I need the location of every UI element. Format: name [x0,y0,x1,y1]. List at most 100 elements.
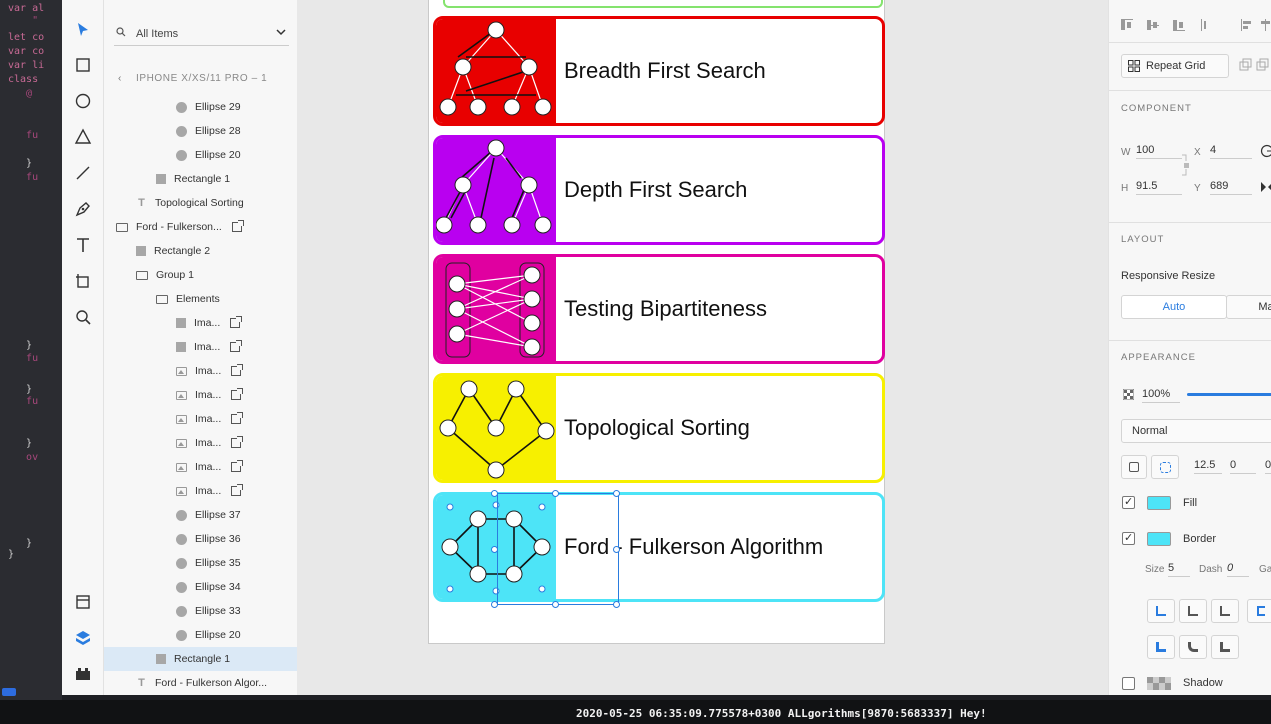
layer-row[interactable]: T Ford - Fulkerson Algor... [104,671,297,695]
rotate-icon[interactable] [1260,144,1271,158]
ellipse-tool-icon[interactable] [71,89,95,113]
layer-row[interactable]: Ima... [104,455,297,479]
artboard-breadcrumb[interactable]: ‹ IPHONE X/XS/11 PRO – 1 [118,73,267,84]
resize-handle[interactable] [491,490,498,497]
chevron-left-icon[interactable]: ‹ [118,73,122,84]
algorithm-card[interactable]: Testing Bipartiteness [433,254,885,364]
resize-handle[interactable] [552,601,559,608]
layer-row[interactable]: Ima... [104,335,297,359]
resize-handle[interactable] [491,546,498,553]
layer-row[interactable]: Ellipse 36 [104,527,297,551]
algorithm-card[interactable]: Topological Sorting [433,373,885,483]
plugins-panel-icon[interactable] [71,662,95,686]
layer-row[interactable]: Ima... [104,311,297,335]
canvas[interactable]: Breadth First Search Depth First Search Te… [297,0,1108,695]
assets-panel-icon[interactable] [71,590,95,614]
layer-row[interactable]: Ellipse 33 [104,599,297,623]
layer-row[interactable]: Rectangle 2 [104,239,297,263]
component-link-icon[interactable] [231,388,244,400]
y-field[interactable]: 689 [1210,180,1252,195]
algorithm-card[interactable]: Depth First Search [433,135,885,245]
stroke-center-button[interactable] [1179,599,1207,623]
layer-row[interactable]: T Topological Sorting [104,191,297,215]
manual-resize-button[interactable]: Ma [1226,295,1271,319]
stroke-inner-button[interactable] [1147,599,1175,623]
height-field[interactable]: 91.5 [1136,180,1182,195]
layer-row[interactable]: Ima... [104,479,297,503]
code-line: ov [8,452,39,463]
select-tool-icon[interactable] [71,18,95,42]
shadow-checkbox[interactable] [1122,677,1135,690]
corner-radius-toggle[interactable] [1151,455,1179,479]
resize-handle[interactable] [491,601,498,608]
border-checkbox[interactable] [1122,531,1135,545]
layer-row[interactable]: Ford - Fulkerson... [104,215,297,239]
chevron-down-icon[interactable] [275,26,287,38]
radius-field[interactable]: 12.5 [1194,459,1222,474]
resize-handle[interactable] [613,601,620,608]
resize-handle[interactable] [613,490,620,497]
layer-row[interactable]: Rectangle 1 [104,167,297,191]
layer-row[interactable]: Ellipse 20 [104,143,297,167]
pen-tool-icon[interactable] [71,197,95,221]
join-bevel-button[interactable] [1211,635,1239,659]
join-round-button[interactable] [1179,635,1207,659]
fill-checkbox[interactable] [1122,495,1135,509]
join-miter-button[interactable] [1147,635,1175,659]
graph-thumbnail-icon [436,257,556,361]
x-field[interactable]: 4 [1210,144,1252,159]
shadow-swatch[interactable] [1147,677,1171,690]
algorithm-card[interactable]: Breadth First Search [433,16,885,126]
layer-row[interactable]: Group 1 [104,263,297,287]
layer-row[interactable]: Ima... [104,431,297,455]
fill-swatch[interactable] [1147,496,1171,510]
layer-row[interactable]: Rectangle 1 [104,647,297,671]
component-link-icon[interactable] [231,364,244,376]
lock-aspect-icon[interactable] [1180,153,1190,177]
component-link-icon[interactable] [231,220,244,232]
component-link-icon[interactable] [230,340,243,352]
line-tool-icon[interactable] [71,161,95,185]
width-field[interactable]: 100 [1136,144,1182,159]
component-link-icon[interactable] [231,484,244,496]
layer-row[interactable]: Elements [104,287,297,311]
uniform-radius-toggle[interactable] [1121,455,1147,479]
stroke-ends-button[interactable] [1247,599,1271,623]
repeat-grid-button[interactable]: Repeat Grid [1121,54,1229,78]
layers-search[interactable]: All Items [114,22,289,46]
resize-handle[interactable] [613,546,620,553]
dash-field[interactable]: 0 [1227,562,1249,577]
polygon-tool-icon[interactable] [71,125,95,149]
component-link-icon[interactable] [230,316,243,328]
component-link-icon[interactable] [231,436,244,448]
component-link-icon[interactable] [231,412,244,424]
flip-icon[interactable] [1260,181,1271,193]
layer-row[interactable]: Ellipse 28 [104,119,297,143]
layer-row[interactable]: Ima... [104,359,297,383]
layer-row[interactable]: Ellipse 35 [104,551,297,575]
border-swatch[interactable] [1147,532,1171,546]
layer-row[interactable]: Ellipse 29 [104,95,297,119]
boolean-ops-icon[interactable] [1239,58,1269,74]
layer-row[interactable]: Ellipse 37 [104,503,297,527]
radius-field-3[interactable]: 0 [1265,459,1271,474]
radius-field-2[interactable]: 0 [1230,459,1256,474]
auto-resize-button[interactable]: Auto [1121,295,1227,319]
opacity-field[interactable]: 100% [1142,388,1180,403]
layer-row[interactable]: Ellipse 20 [104,623,297,647]
opacity-slider[interactable] [1187,393,1271,396]
blend-mode-select[interactable]: Normal [1121,419,1271,443]
border-size-field[interactable]: 5 [1168,562,1190,577]
resize-handle[interactable] [552,490,559,497]
text-tool-icon[interactable] [71,233,95,257]
layer-row[interactable]: Ima... [104,407,297,431]
align-icons[interactable] [1121,18,1271,32]
rectangle-tool-icon[interactable] [71,53,95,77]
stroke-outer-button[interactable] [1211,599,1239,623]
component-link-icon[interactable] [231,460,244,472]
artboard-tool-icon[interactable] [71,269,95,293]
layers-panel-icon[interactable] [71,626,95,650]
zoom-tool-icon[interactable] [71,305,95,329]
layer-row[interactable]: Ima... [104,383,297,407]
layer-row[interactable]: Ellipse 34 [104,575,297,599]
